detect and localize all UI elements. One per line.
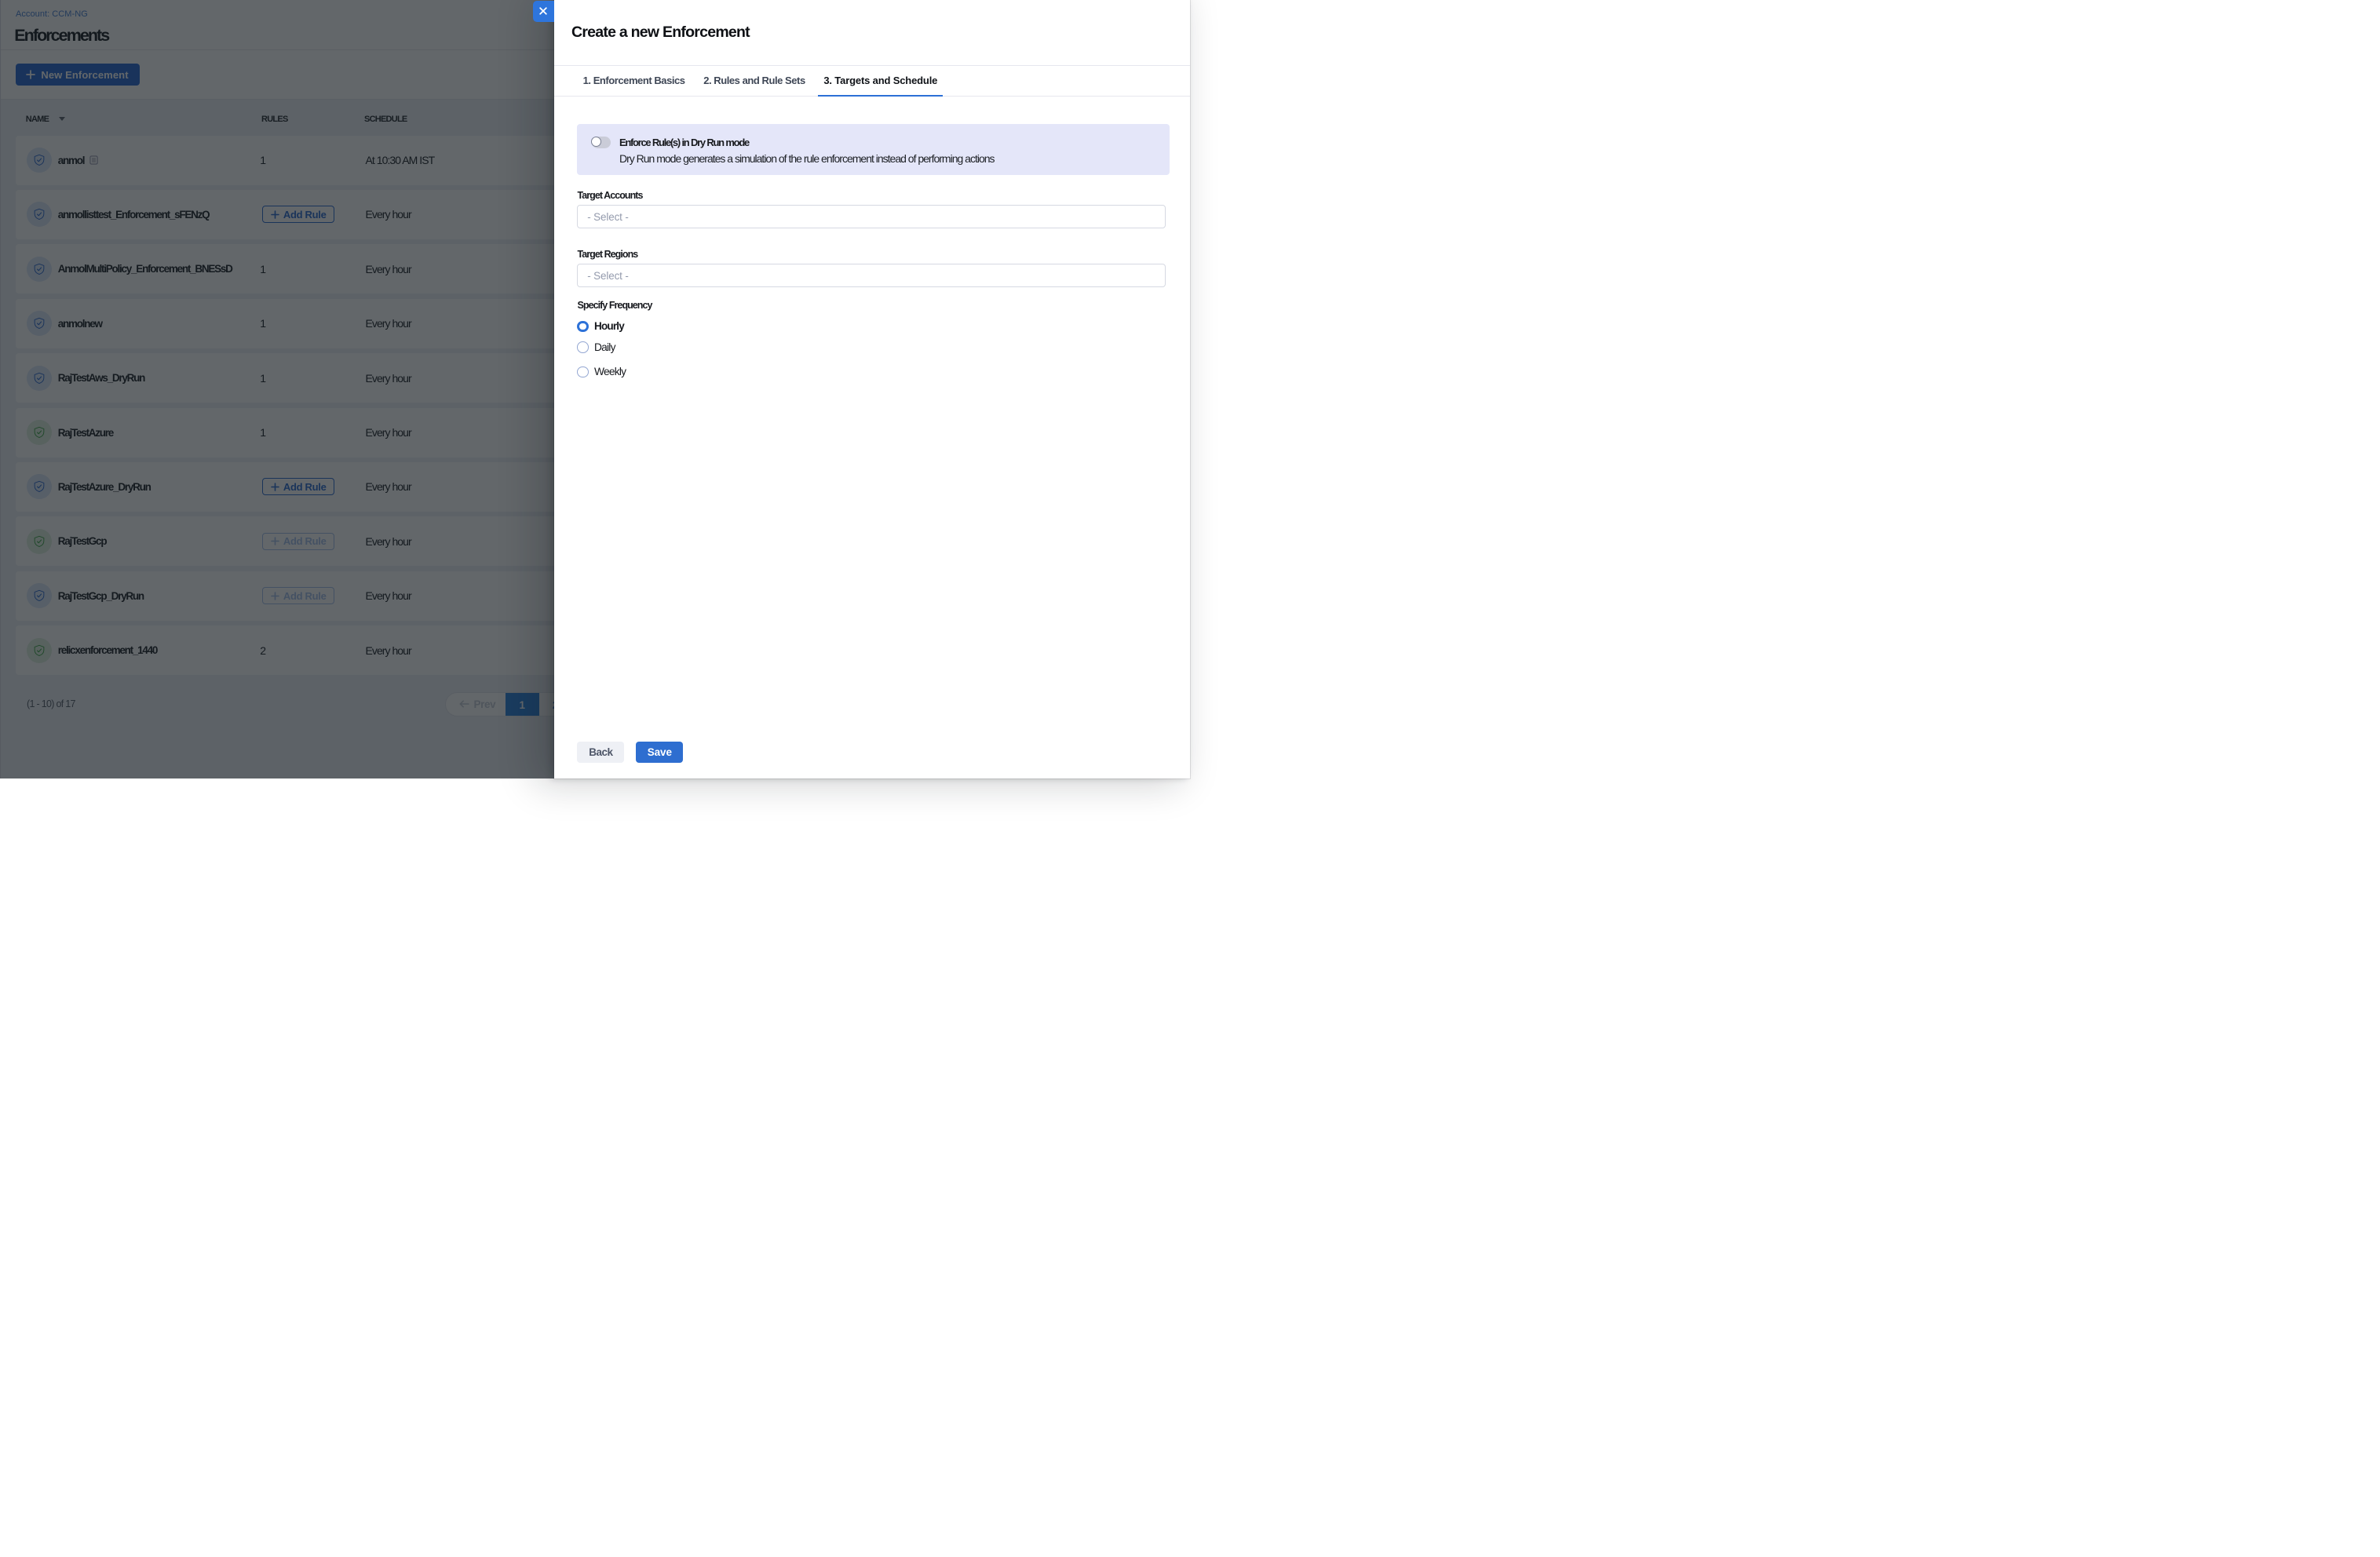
radio-unselected-icon [577, 341, 589, 353]
save-button[interactable]: Save [636, 742, 683, 764]
tab-targets-and-schedule[interactable]: 3. Targets and Schedule [818, 66, 943, 96]
radio-label-weekly: Weekly [594, 366, 626, 377]
close-drawer-button[interactable] [533, 1, 555, 23]
toggle-knob [591, 137, 601, 147]
radio-label-hourly: Hourly [594, 320, 624, 332]
tab-enforcement-basics[interactable]: 1. Enforcement Basics [578, 66, 691, 96]
tab-rules-and-rule-sets[interactable]: 2. Rules and Rule Sets [698, 66, 811, 96]
target-regions-placeholder: - Select - [587, 270, 629, 282]
drawer-title: Create a new Enforcement [571, 24, 750, 42]
back-button[interactable]: Back [577, 742, 624, 764]
target-accounts-placeholder: - Select - [587, 211, 629, 223]
frequency-option-hourly[interactable]: Hourly [577, 320, 624, 332]
dry-run-title: Enforce Rule(s) in Dry Run mode [619, 137, 749, 148]
radio-selected-icon [577, 321, 589, 333]
frequency-option-weekly[interactable]: Weekly [577, 366, 626, 377]
radio-label-daily: Daily [594, 341, 615, 353]
create-enforcement-drawer: Create a new Enforcement 1. Enforcement … [554, 0, 1190, 778]
target-regions-label: Target Regions [578, 249, 638, 260]
drawer-tabs: 1. Enforcement Basics 2. Rules and Rule … [554, 65, 1190, 97]
target-accounts-label: Target Accounts [578, 190, 643, 201]
frequency-option-daily[interactable]: Daily [577, 341, 615, 353]
dry-run-description: Dry Run mode generates a simulation of t… [619, 152, 995, 165]
drawer-footer: Back Save [577, 742, 683, 764]
dry-run-toggle[interactable] [592, 137, 611, 148]
radio-unselected-icon [577, 366, 589, 378]
target-regions-select[interactable]: - Select - [577, 264, 1166, 287]
target-accounts-select[interactable]: - Select - [577, 205, 1166, 228]
dry-run-panel: Enforce Rule(s) in Dry Run mode Dry Run … [577, 124, 1170, 176]
specify-frequency-label: Specify Frequency [578, 300, 652, 311]
close-icon [539, 7, 547, 15]
